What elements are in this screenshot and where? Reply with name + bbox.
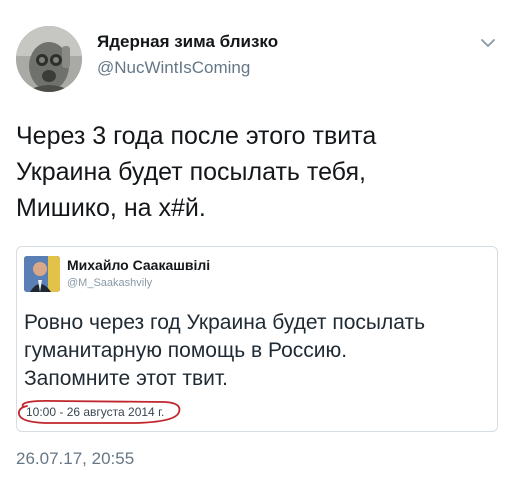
- tweet: Ядерная зима близко @NucWintIsComing Чер…: [0, 0, 505, 480]
- tweet-timestamp[interactable]: 26.07.17, 20:55: [16, 449, 134, 469]
- quoted-author-handle[interactable]: @M_Saakashvily: [67, 277, 152, 289]
- person-avatar-icon: [24, 256, 60, 292]
- author-avatar[interactable]: [16, 26, 82, 92]
- quoted-tweet-card[interactable]: Михайло Саакашвілі @M_Saakashvily Ровно …: [16, 246, 498, 432]
- chevron-down-icon[interactable]: [478, 36, 498, 50]
- tweet-text: Через 3 года после этого твита Украина б…: [16, 118, 486, 226]
- quoted-text-line: Ровно через год Украина будет посылать: [24, 311, 426, 334]
- quoted-author-display-name[interactable]: Михайло Саакашвілі: [67, 257, 210, 273]
- tweet-text-line: Мишико, на х#й.: [16, 194, 206, 222]
- quoted-text-line: Запомните этот твит.: [24, 367, 229, 390]
- quoted-text-line: гуманитарную помощь в Россию.: [24, 339, 348, 362]
- quoted-author-avatar[interactable]: [24, 256, 60, 292]
- tweet-text-line: Украина будет посылать тебя,: [16, 158, 366, 186]
- author-display-name[interactable]: Ядерная зима близко: [97, 32, 278, 52]
- quoted-tweet-timestamp[interactable]: 10:00 - 26 августа 2014 г.: [22, 404, 168, 420]
- quoted-tweet-text: Ровно через год Украина будет посылать г…: [24, 309, 494, 393]
- tweet-text-line: Через 3 года после этого твита: [16, 122, 377, 150]
- gas-mask-avatar-icon: [16, 26, 82, 92]
- author-handle[interactable]: @NucWintIsComing: [97, 58, 250, 78]
